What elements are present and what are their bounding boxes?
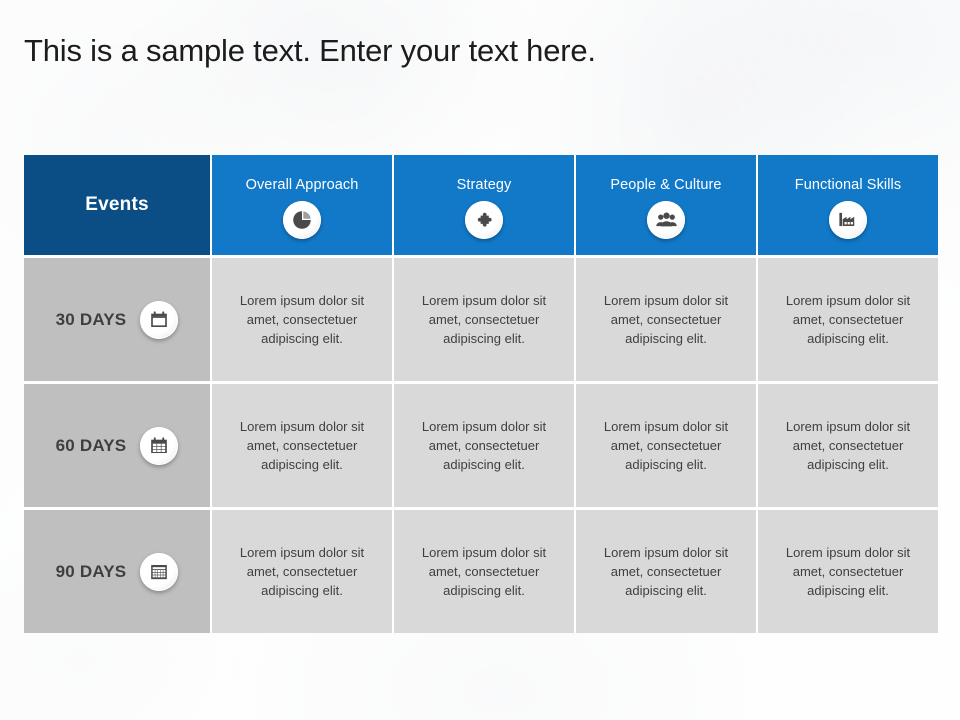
pie-chart-icon <box>283 201 321 239</box>
table-row: 30 DAYS Lorem ipsum dolor sit amet, cons… <box>24 255 938 381</box>
column-header-label: Overall Approach <box>245 177 359 193</box>
column-header-strategy[interactable]: Strategy <box>394 155 576 255</box>
table-cell: Lorem ipsum dolor sit amet, consectetuer… <box>576 258 758 381</box>
table-cell: Lorem ipsum dolor sit amet, consectetuer… <box>394 258 576 381</box>
cell-text: Lorem ipsum dolor sit amet, consectetuer… <box>603 293 729 346</box>
factory-icon <box>829 201 867 239</box>
row-header-label: 60 DAYS <box>55 435 127 455</box>
table-row: 60 DAYS Lorem ipsum dolor sit amet, cons… <box>24 381 938 507</box>
corner-header-label: Events <box>85 194 149 215</box>
cell-text: Lorem ipsum dolor sit amet, consectetuer… <box>421 293 547 346</box>
slide-canvas: This is a sample text. Enter your text h… <box>0 0 960 720</box>
calendar-icon <box>140 300 179 339</box>
row-header-60-days[interactable]: 60 DAYS <box>24 384 212 507</box>
cell-text: Lorem ipsum dolor sit amet, consectetuer… <box>421 419 547 472</box>
cell-text: Lorem ipsum dolor sit amet, consectetuer… <box>603 419 729 472</box>
page-title: This is a sample text. Enter your text h… <box>24 33 596 68</box>
table-row: 90 DAYS Lorem ipsum dolor sit amet, cons… <box>24 507 938 633</box>
table-cell: Lorem ipsum dolor sit amet, consectetuer… <box>212 510 394 633</box>
cell-text: Lorem ipsum dolor sit amet, consectetuer… <box>603 545 729 598</box>
puzzle-piece-icon <box>465 201 503 239</box>
column-header-overall-approach[interactable]: Overall Approach <box>212 155 394 255</box>
cell-text: Lorem ipsum dolor sit amet, consectetuer… <box>239 545 365 598</box>
cell-text: Lorem ipsum dolor sit amet, consectetuer… <box>421 545 547 598</box>
column-header-people-and-culture[interactable]: People & Culture <box>576 155 758 255</box>
column-header-label: People & Culture <box>610 177 722 193</box>
row-header-90-days[interactable]: 90 DAYS <box>24 510 212 633</box>
calendar-month-icon <box>140 552 179 591</box>
table-cell: Lorem ipsum dolor sit amet, consectetuer… <box>394 384 576 507</box>
people-group-icon <box>647 201 685 239</box>
table-cell: Lorem ipsum dolor sit amet, consectetuer… <box>758 510 938 633</box>
cell-text: Lorem ipsum dolor sit amet, consectetuer… <box>785 419 911 472</box>
table-cell: Lorem ipsum dolor sit amet, consectetuer… <box>212 258 394 381</box>
roadmap-table: Events Overall Approach Strategy People … <box>24 155 938 637</box>
table-cell: Lorem ipsum dolor sit amet, consectetuer… <box>758 384 938 507</box>
table-cell: Lorem ipsum dolor sit amet, consectetuer… <box>758 258 938 381</box>
calendar-grid-icon <box>140 426 179 465</box>
cell-text: Lorem ipsum dolor sit amet, consectetuer… <box>239 419 365 472</box>
cell-text: Lorem ipsum dolor sit amet, consectetuer… <box>785 293 911 346</box>
table-corner-header: Events <box>24 155 212 255</box>
row-header-label: 30 DAYS <box>55 309 127 329</box>
column-header-label: Strategy <box>456 177 512 193</box>
row-header-30-days[interactable]: 30 DAYS <box>24 258 212 381</box>
cell-text: Lorem ipsum dolor sit amet, consectetuer… <box>785 545 911 598</box>
cell-text: Lorem ipsum dolor sit amet, consectetuer… <box>239 293 365 346</box>
row-header-label: 90 DAYS <box>55 561 127 581</box>
column-header-label: Functional Skills <box>794 177 902 193</box>
column-header-functional-skills[interactable]: Functional Skills <box>758 155 938 255</box>
table-header-row: Events Overall Approach Strategy People … <box>24 155 938 255</box>
table-cell: Lorem ipsum dolor sit amet, consectetuer… <box>576 510 758 633</box>
table-cell: Lorem ipsum dolor sit amet, consectetuer… <box>576 384 758 507</box>
table-cell: Lorem ipsum dolor sit amet, consectetuer… <box>212 384 394 507</box>
table-cell: Lorem ipsum dolor sit amet, consectetuer… <box>394 510 576 633</box>
